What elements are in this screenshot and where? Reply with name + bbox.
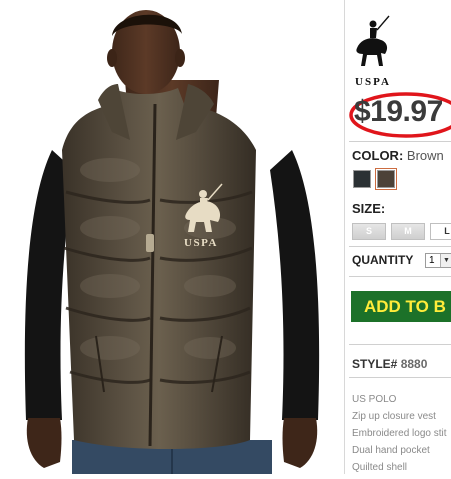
- divider: [349, 276, 451, 277]
- chest-logo-text: USPA: [184, 237, 218, 249]
- add-to-bag-button[interactable]: ADD TO B: [351, 291, 451, 322]
- style-number-value: 8880: [400, 357, 428, 371]
- feature-item: Dual hand pocket: [352, 445, 430, 456]
- brand-logo-text: USPA: [355, 76, 391, 88]
- chevron-down-icon: ▼: [440, 254, 451, 267]
- product-photo-illustration: USPA: [0, 0, 344, 474]
- divider: [349, 377, 451, 378]
- product-price: $19.97: [354, 95, 443, 128]
- product-features-list: US POLO Zip up closure vest Embroidered …: [352, 391, 447, 474]
- quantity-label: QUANTITY: [352, 253, 414, 267]
- style-label-text: STYLE#: [352, 357, 398, 371]
- color-swatch-brown[interactable]: [375, 168, 397, 190]
- product-image[interactable]: USPA: [0, 0, 344, 474]
- size-label: SIZE:: [352, 201, 386, 216]
- color-label-text: COLOR:: [352, 148, 404, 163]
- size-option-l[interactable]: L: [430, 223, 451, 240]
- color-swatch-black[interactable]: [353, 170, 371, 188]
- feature-item: Zip up closure vest: [352, 411, 436, 422]
- divider: [349, 141, 451, 142]
- feature-item: Quilted shell: [352, 462, 408, 473]
- polo-horse-logo-icon: USPA: [355, 15, 391, 88]
- selected-color-value: Brown: [406, 148, 444, 163]
- size-option-m[interactable]: M: [391, 223, 425, 240]
- quantity-value: 1: [429, 255, 435, 266]
- size-option-s[interactable]: S: [352, 223, 386, 240]
- divider: [349, 344, 451, 345]
- color-label: COLOR: Brown: [352, 148, 444, 163]
- divider: [349, 246, 451, 247]
- feature-item: US POLO: [352, 394, 397, 405]
- style-number: STYLE# 8880: [352, 357, 427, 371]
- product-details-panel: USPA $19.97 COLOR: Brown SIZE: S M L QUA…: [344, 0, 451, 474]
- feature-item: Embroidered logo stit: [352, 428, 447, 439]
- quantity-select[interactable]: 1 ▼: [425, 253, 451, 268]
- brand-logo[interactable]: USPA: [351, 8, 395, 88]
